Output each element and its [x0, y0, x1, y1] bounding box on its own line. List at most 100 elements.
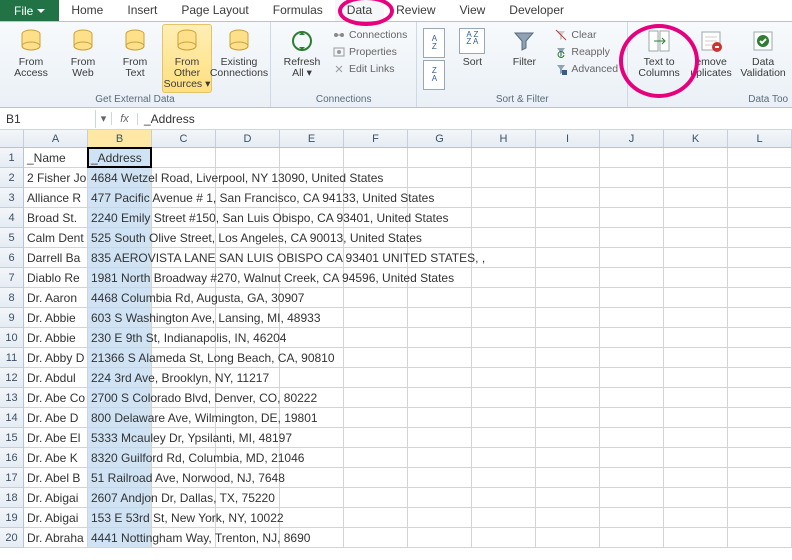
cell[interactable] — [536, 268, 600, 288]
cell[interactable]: 525 South Olive Street, Los Angeles, CA … — [88, 228, 152, 248]
row-header[interactable]: 9 — [0, 308, 24, 328]
cell[interactable]: 51 Railroad Ave, Norwood, NJ, 7648 — [88, 468, 152, 488]
cell[interactable]: Dr. Abe K — [24, 448, 88, 468]
cell[interactable] — [664, 248, 728, 268]
cell[interactable]: Dr. Abe D — [24, 408, 88, 428]
cell[interactable] — [664, 528, 728, 548]
cell[interactable] — [600, 308, 664, 328]
cell[interactable] — [728, 408, 792, 428]
cell[interactable] — [728, 468, 792, 488]
row-header[interactable]: 20 — [0, 528, 24, 548]
cell[interactable] — [472, 528, 536, 548]
existing-connectionsbutton[interactable]: ExistingConnections — [214, 24, 264, 93]
cell[interactable] — [728, 528, 792, 548]
row-header[interactable]: 6 — [0, 248, 24, 268]
cell[interactable] — [600, 328, 664, 348]
cell[interactable] — [472, 208, 536, 228]
cell[interactable] — [536, 228, 600, 248]
cell[interactable] — [280, 368, 344, 388]
tab-developer[interactable]: Developer — [497, 0, 576, 21]
cell[interactable]: 4684 Wetzel Road, Liverpool, NY 13090, U… — [88, 168, 152, 188]
cell[interactable]: Dr. Abe El — [24, 428, 88, 448]
row-header[interactable]: 12 — [0, 368, 24, 388]
cell[interactable] — [600, 368, 664, 388]
cell[interactable] — [408, 468, 472, 488]
from-textbutton[interactable]: FromText — [110, 24, 160, 93]
cell[interactable] — [344, 508, 408, 528]
row-header[interactable]: 8 — [0, 288, 24, 308]
cell[interactable] — [472, 188, 536, 208]
cell[interactable]: Dr. Abbie — [24, 328, 88, 348]
text-to-columnsbutton[interactable]: Text toColumns — [634, 24, 684, 93]
cell[interactable] — [344, 448, 408, 468]
cell[interactable] — [472, 348, 536, 368]
cell[interactable] — [344, 288, 408, 308]
cell[interactable]: Dr. Abdul — [24, 368, 88, 388]
row-header[interactable]: 2 — [0, 168, 24, 188]
cell[interactable] — [600, 528, 664, 548]
data-validationbutton[interactable]: DataValidation — [738, 24, 788, 93]
cell[interactable] — [216, 148, 280, 168]
cell[interactable] — [664, 148, 728, 168]
row-header[interactable]: 19 — [0, 508, 24, 528]
cell[interactable] — [344, 428, 408, 448]
formula-input[interactable]: _Address — [138, 110, 792, 128]
cell[interactable] — [472, 308, 536, 328]
filter-button[interactable]: Filter — [499, 24, 549, 93]
cell[interactable] — [600, 388, 664, 408]
cell[interactable] — [344, 368, 408, 388]
cell[interactable] — [536, 148, 600, 168]
cell[interactable]: Alliance R — [24, 188, 88, 208]
cell[interactable] — [344, 328, 408, 348]
col-header-G[interactable]: G — [408, 130, 472, 147]
row-header[interactable]: 7 — [0, 268, 24, 288]
sort-desc-button[interactable]: ZA — [423, 60, 445, 90]
col-header-J[interactable]: J — [600, 130, 664, 147]
tab-page-layout[interactable]: Page Layout — [169, 0, 260, 21]
cell[interactable] — [600, 288, 664, 308]
cell[interactable]: 603 S Washington Ave, Lansing, MI, 48933 — [88, 308, 152, 328]
cell[interactable] — [536, 188, 600, 208]
cell[interactable] — [472, 448, 536, 468]
name-box[interactable]: B1 — [0, 110, 96, 128]
cell[interactable]: 2607 Andjon Dr, Dallas, TX, 75220 — [88, 488, 152, 508]
col-header-A[interactable]: A — [24, 130, 88, 147]
refresh-all-button[interactable]: RefreshAll ▾ — [277, 24, 327, 93]
cell[interactable]: 2 Fisher Jo — [24, 168, 88, 188]
cell[interactable]: Dr. Abe Co — [24, 388, 88, 408]
cell[interactable] — [728, 168, 792, 188]
cell[interactable] — [536, 388, 600, 408]
row-header[interactable]: 15 — [0, 428, 24, 448]
cell[interactable] — [536, 528, 600, 548]
cell[interactable] — [408, 448, 472, 468]
name-box-dropdown[interactable]: ▾ — [96, 112, 112, 125]
cell[interactable] — [600, 268, 664, 288]
cell[interactable] — [472, 268, 536, 288]
cell[interactable] — [344, 308, 408, 328]
emove-uplicatesbutton[interactable]: emoveuplicates — [686, 24, 736, 93]
cell[interactable] — [472, 168, 536, 188]
cell[interactable]: _Name — [24, 148, 88, 168]
row-header[interactable]: 13 — [0, 388, 24, 408]
cell[interactable] — [472, 408, 536, 428]
cell[interactable] — [664, 328, 728, 348]
cell[interactable] — [472, 488, 536, 508]
cell[interactable] — [408, 428, 472, 448]
cell[interactable] — [408, 508, 472, 528]
cell[interactable] — [280, 328, 344, 348]
cell[interactable] — [728, 228, 792, 248]
cell[interactable]: _Address — [88, 148, 152, 168]
cell[interactable] — [536, 168, 600, 188]
file-tab[interactable]: File — [0, 0, 59, 21]
cell[interactable] — [472, 228, 536, 248]
edit-links-button[interactable]: Edit Links — [329, 61, 410, 77]
col-header-I[interactable]: I — [536, 130, 600, 147]
cell[interactable] — [472, 428, 536, 448]
cell[interactable] — [408, 288, 472, 308]
cell[interactable] — [408, 388, 472, 408]
clear-button[interactable]: Clear — [551, 27, 621, 43]
cell[interactable] — [728, 508, 792, 528]
cell[interactable] — [664, 428, 728, 448]
cell[interactable] — [472, 288, 536, 308]
cell[interactable] — [664, 288, 728, 308]
